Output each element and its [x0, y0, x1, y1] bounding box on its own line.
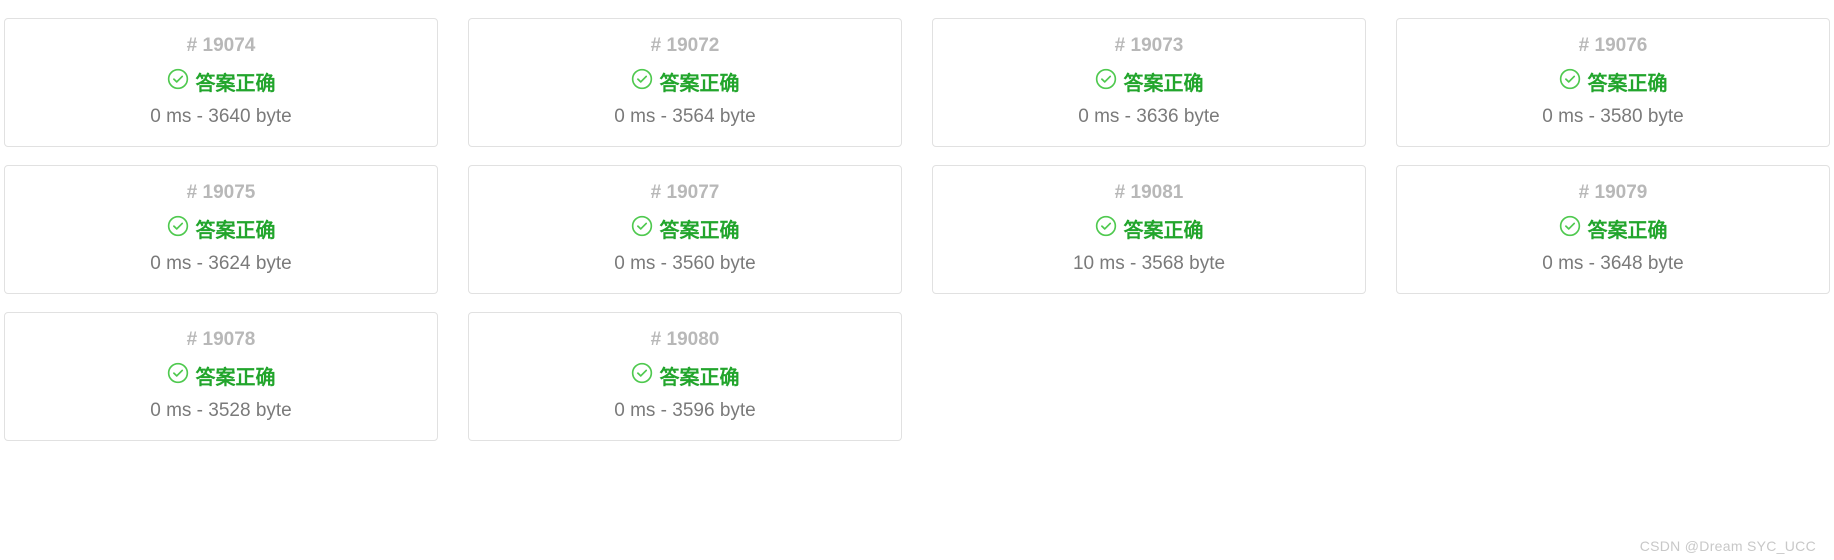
result-id: # 19077: [481, 182, 889, 204]
result-id: # 19080: [481, 329, 889, 351]
result-meta: 0 ms - 3636 byte: [945, 106, 1353, 128]
result-card[interactable]: # 19079 答案正确 0 ms - 3648 byte: [1396, 165, 1830, 294]
check-circle-icon: [167, 362, 189, 389]
check-circle-icon: [167, 215, 189, 242]
check-circle-icon: [631, 215, 653, 242]
result-meta: 0 ms - 3596 byte: [481, 400, 889, 422]
status-label: 答案正确: [660, 67, 740, 96]
result-id: # 19079: [1409, 182, 1817, 204]
check-circle-icon: [631, 68, 653, 95]
result-card[interactable]: # 19075 答案正确 0 ms - 3624 byte: [4, 165, 438, 294]
result-status: 答案正确: [17, 214, 425, 243]
result-id: # 19076: [1409, 35, 1817, 57]
status-label: 答案正确: [1124, 214, 1204, 243]
result-card[interactable]: # 19081 答案正确 10 ms - 3568 byte: [932, 165, 1366, 294]
result-meta: 0 ms - 3648 byte: [1409, 253, 1817, 275]
result-status: 答案正确: [1409, 214, 1817, 243]
result-meta: 0 ms - 3640 byte: [17, 106, 425, 128]
result-id: # 19074: [17, 35, 425, 57]
check-circle-icon: [1559, 68, 1581, 95]
result-card[interactable]: # 19080 答案正确 0 ms - 3596 byte: [468, 312, 902, 441]
status-label: 答案正确: [1588, 214, 1668, 243]
result-meta: 0 ms - 3560 byte: [481, 253, 889, 275]
result-status: 答案正确: [945, 214, 1353, 243]
result-status: 答案正确: [945, 67, 1353, 96]
result-card[interactable]: # 19073 答案正确 0 ms - 3636 byte: [932, 18, 1366, 147]
result-status: 答案正确: [17, 67, 425, 96]
result-id: # 19078: [17, 329, 425, 351]
check-circle-icon: [1095, 215, 1117, 242]
check-circle-icon: [631, 362, 653, 389]
result-id: # 19073: [945, 35, 1353, 57]
result-id: # 19081: [945, 182, 1353, 204]
result-id: # 19072: [481, 35, 889, 57]
result-meta: 0 ms - 3624 byte: [17, 253, 425, 275]
status-label: 答案正确: [660, 214, 740, 243]
status-label: 答案正确: [1588, 67, 1668, 96]
result-meta: 0 ms - 3580 byte: [1409, 106, 1817, 128]
check-circle-icon: [1095, 68, 1117, 95]
result-meta: 0 ms - 3528 byte: [17, 400, 425, 422]
result-card[interactable]: # 19076 答案正确 0 ms - 3580 byte: [1396, 18, 1830, 147]
watermark: CSDN @Dream SYC_UCC: [1640, 538, 1816, 554]
result-status: 答案正确: [481, 361, 889, 390]
result-meta: 10 ms - 3568 byte: [945, 253, 1353, 275]
result-card[interactable]: # 19074 答案正确 0 ms - 3640 byte: [4, 18, 438, 147]
result-status: 答案正确: [17, 361, 425, 390]
results-grid: # 19074 答案正确 0 ms - 3640 byte # 19072 答案…: [4, 18, 1830, 441]
status-label: 答案正确: [1124, 67, 1204, 96]
result-card[interactable]: # 19072 答案正确 0 ms - 3564 byte: [468, 18, 902, 147]
result-status: 答案正确: [481, 67, 889, 96]
check-circle-icon: [1559, 215, 1581, 242]
result-card[interactable]: # 19078 答案正确 0 ms - 3528 byte: [4, 312, 438, 441]
result-status: 答案正确: [481, 214, 889, 243]
result-meta: 0 ms - 3564 byte: [481, 106, 889, 128]
result-card[interactable]: # 19077 答案正确 0 ms - 3560 byte: [468, 165, 902, 294]
result-status: 答案正确: [1409, 67, 1817, 96]
status-label: 答案正确: [660, 361, 740, 390]
check-circle-icon: [167, 68, 189, 95]
status-label: 答案正确: [196, 67, 276, 96]
result-id: # 19075: [17, 182, 425, 204]
status-label: 答案正确: [196, 361, 276, 390]
status-label: 答案正确: [196, 214, 276, 243]
